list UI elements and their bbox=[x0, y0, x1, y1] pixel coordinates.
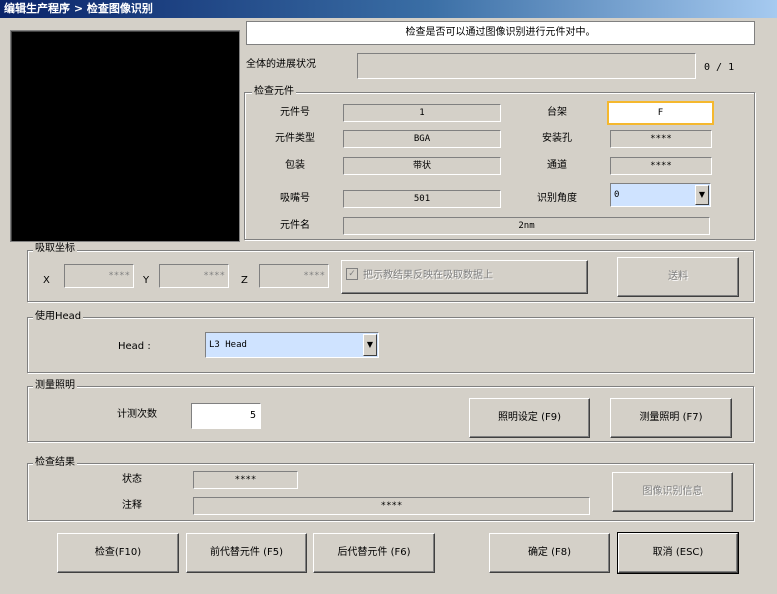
note-field: **** bbox=[193, 497, 590, 515]
package-field: 带状 bbox=[343, 157, 501, 175]
nozzle-field: 501 bbox=[343, 190, 501, 208]
light-setting-button[interactable]: 照明设定 (F9) bbox=[469, 398, 590, 438]
inspect-button[interactable]: 检查(F10) bbox=[57, 533, 179, 573]
cancel-button[interactable]: 取消 (ESC) bbox=[617, 532, 739, 574]
angle-label: 识别角度 bbox=[537, 193, 577, 204]
part-no-label: 元件号 bbox=[280, 107, 310, 118]
channel-field: **** bbox=[610, 157, 712, 175]
channel-label: 通道 bbox=[547, 160, 567, 171]
head-label: Head : bbox=[118, 341, 151, 352]
angle-value: 0 bbox=[614, 190, 620, 200]
reflect-label: 把示教结果反映在吸取数据上 bbox=[363, 270, 493, 281]
mount-hole-field: **** bbox=[610, 130, 712, 148]
feed-button: 送料 bbox=[617, 257, 739, 297]
lighting-title: 测量照明 bbox=[33, 380, 77, 392]
measure-light-button[interactable]: 测量照明 (F7) bbox=[610, 398, 732, 438]
reflect-checkbox: ✓ bbox=[346, 268, 358, 280]
rack-field[interactable]: F bbox=[607, 101, 714, 125]
rack-label: 台架 bbox=[547, 107, 567, 118]
chevron-down-icon[interactable]: ▼ bbox=[695, 185, 709, 205]
x-field: **** bbox=[64, 264, 134, 288]
part-no-field: 1 bbox=[343, 104, 501, 122]
progress-count: 0 / 1 bbox=[704, 62, 735, 73]
window-title: 编辑生产程序 > 检查图像识别 bbox=[0, 0, 777, 18]
image-info-button: 图像识别信息 bbox=[612, 472, 733, 512]
z-label: Z bbox=[241, 275, 248, 286]
x-label: X bbox=[43, 275, 50, 286]
ok-button[interactable]: 确定 (F8) bbox=[489, 533, 610, 573]
inspect-part-title: 检查元件 bbox=[252, 86, 296, 98]
y-field: **** bbox=[159, 264, 229, 288]
note-label: 注释 bbox=[122, 500, 142, 511]
package-label: 包装 bbox=[285, 160, 305, 171]
status-label: 状态 bbox=[122, 474, 142, 485]
part-type-label: 元件类型 bbox=[275, 133, 315, 144]
count-input[interactable]: 5 bbox=[191, 403, 261, 429]
progress-label: 全体的进展状况 bbox=[246, 59, 316, 70]
part-name-field: 2nm bbox=[343, 217, 710, 235]
angle-select[interactable]: 0 ▼ bbox=[610, 183, 711, 207]
next-part-button[interactable]: 后代替元件 (F6) bbox=[313, 533, 435, 573]
result-title: 检查结果 bbox=[33, 457, 77, 469]
status-banner: 检查是否可以通过图像识别进行元件对中。 bbox=[246, 21, 755, 45]
count-label: 计测次数 bbox=[117, 409, 157, 420]
y-label: Y bbox=[143, 275, 150, 286]
head-select[interactable]: L3 Head ▼ bbox=[205, 332, 379, 358]
part-type-field: BGA bbox=[343, 130, 501, 148]
head-title: 使用Head bbox=[33, 311, 84, 323]
mount-hole-label: 安装孔 bbox=[542, 133, 572, 144]
camera-preview bbox=[10, 30, 240, 242]
part-name-label: 元件名 bbox=[280, 220, 310, 231]
z-field: **** bbox=[259, 264, 329, 288]
progress-bar bbox=[357, 53, 696, 79]
chevron-down-icon[interactable]: ▼ bbox=[363, 334, 377, 356]
nozzle-label: 吸嘴号 bbox=[280, 193, 310, 204]
pick-coord-title: 吸取坐标 bbox=[33, 243, 77, 255]
head-value: L3 Head bbox=[209, 340, 247, 350]
prev-part-button[interactable]: 前代替元件 (F5) bbox=[186, 533, 307, 573]
status-field: **** bbox=[193, 471, 298, 489]
